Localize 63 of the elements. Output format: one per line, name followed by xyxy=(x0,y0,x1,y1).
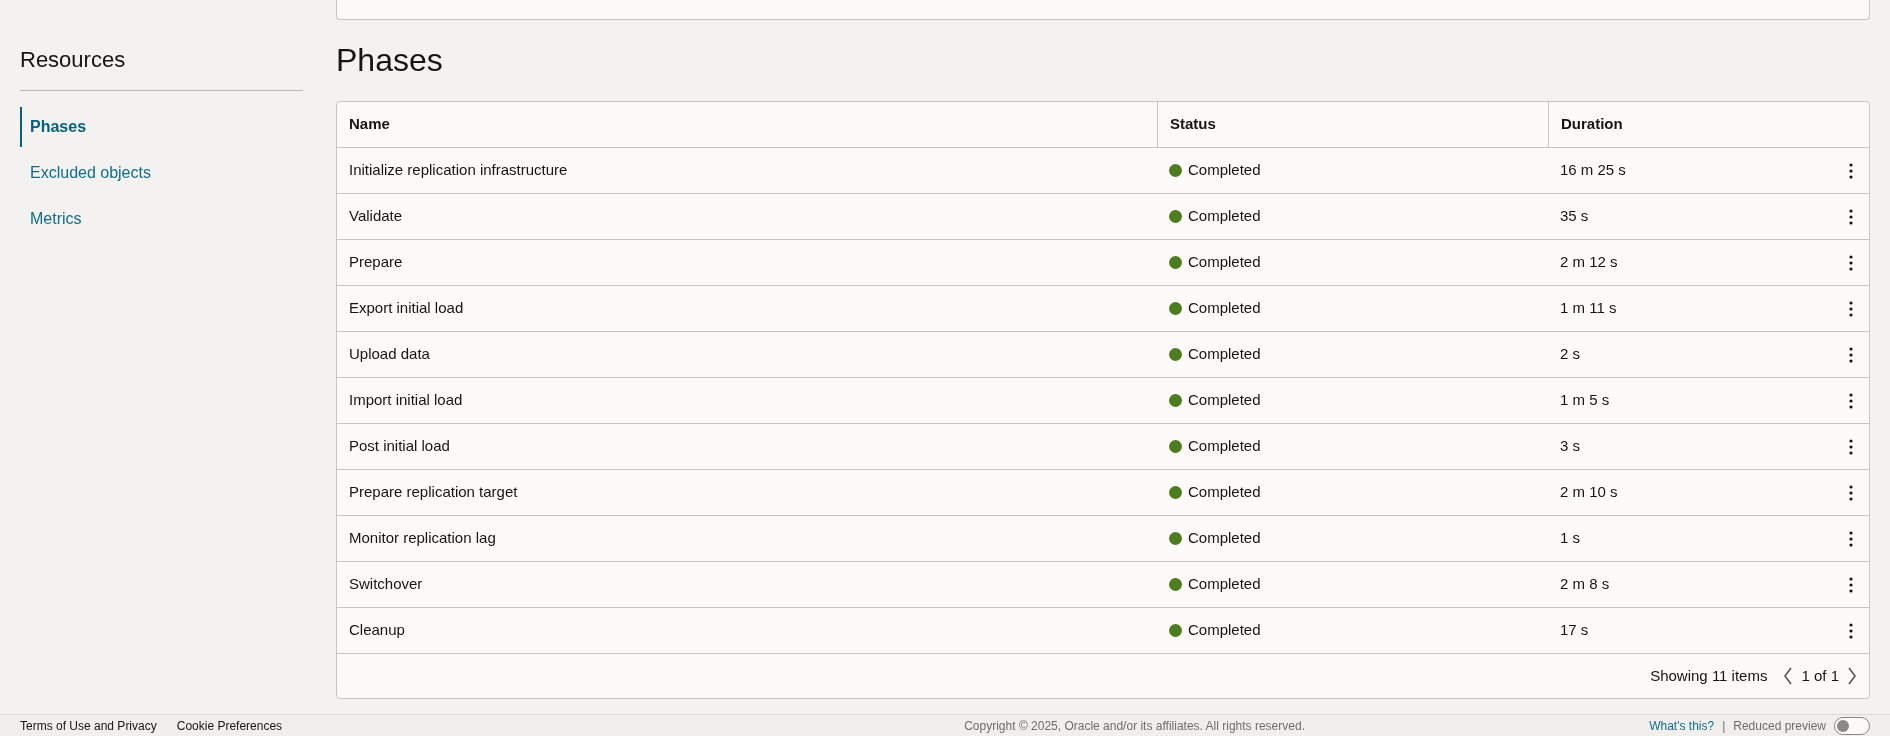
status-text: Completed xyxy=(1188,298,1261,319)
kebab-menu-icon[interactable] xyxy=(1849,484,1853,501)
table-cell-text: 2 m 10 s xyxy=(1560,482,1618,503)
help-link[interactable]: What's this? xyxy=(1649,716,1715,735)
table-cell-text: Switchover xyxy=(349,574,423,595)
table-cell-text: 16 m 25 s xyxy=(1560,160,1626,181)
kebab-menu-icon[interactable] xyxy=(1849,438,1853,455)
column-header: Status xyxy=(1170,114,1216,135)
table-cell-text: Export initial load xyxy=(349,298,464,319)
table-cell-text: Prepare replication target xyxy=(349,482,518,503)
table-cell-text: Upload data xyxy=(349,344,430,365)
preview-toggle[interactable] xyxy=(1834,716,1870,735)
table-cell-text: 35 s xyxy=(1560,206,1589,227)
status-text: Completed xyxy=(1188,390,1261,411)
status-text: Completed xyxy=(1188,528,1261,549)
table-cell-text: Prepare xyxy=(349,252,403,273)
kebab-menu-icon[interactable] xyxy=(1849,254,1853,271)
page-indicator: 1 of 1 xyxy=(1801,665,1839,686)
page-title: Phases xyxy=(336,41,444,80)
column-header: Name xyxy=(349,114,390,135)
table-cell-text: Validate xyxy=(349,206,403,227)
kebab-menu-icon[interactable] xyxy=(1849,300,1853,317)
separator-text: | xyxy=(1722,717,1726,735)
sidebar-title: Resources xyxy=(20,46,303,91)
kebab-menu-icon[interactable] xyxy=(1849,162,1853,179)
table-cell-text: 1 s xyxy=(1560,528,1580,549)
column-header: Duration xyxy=(1561,114,1623,135)
copyright-text: Copyright © 2025, Oracle and/or its affiliates. All rights reserved. xyxy=(964,717,1305,735)
status-text: Completed xyxy=(1188,482,1261,503)
footer-link[interactable]: Cookie Preferences xyxy=(176,716,283,735)
kebab-menu-icon[interactable] xyxy=(1849,392,1853,409)
footer-link[interactable]: Terms of Use and Privacy xyxy=(20,716,157,735)
status-text: Completed xyxy=(1188,206,1261,227)
table-cell-text: 2 m 12 s xyxy=(1560,252,1618,273)
chevron-left-icon[interactable] xyxy=(1783,667,1794,685)
table-cell-text: 2 s xyxy=(1560,344,1580,365)
status-text: Completed xyxy=(1188,344,1261,365)
chevron-right-icon[interactable] xyxy=(1847,667,1857,685)
status-text: Completed xyxy=(1188,574,1261,595)
table-cell-text: 17 s xyxy=(1560,620,1589,641)
table-cell-text: 3 s xyxy=(1560,436,1580,457)
table-cell-text: Cleanup xyxy=(349,620,405,641)
kebab-menu-icon[interactable] xyxy=(1849,208,1853,225)
item-count: Showing 11 items xyxy=(1650,665,1768,686)
table-cell-text: Monitor replication lag xyxy=(349,528,496,549)
kebab-menu-icon[interactable] xyxy=(1849,576,1853,593)
kebab-menu-icon[interactable] xyxy=(1849,346,1853,363)
sidebar-link[interactable]: Phases xyxy=(20,107,303,147)
table-cell-text: 2 m 8 s xyxy=(1560,574,1610,595)
preview-label: Reduced preview xyxy=(1733,717,1826,735)
status-text: Completed xyxy=(1188,252,1261,273)
status-text: Completed xyxy=(1188,620,1261,641)
table-cell-text: Post initial load xyxy=(349,436,450,457)
kebab-menu-icon[interactable] xyxy=(1849,530,1853,547)
sidebar-link[interactable]: Excluded objects xyxy=(20,153,303,193)
status-text: Completed xyxy=(1188,160,1261,181)
kebab-menu-icon[interactable] xyxy=(1849,622,1853,639)
sidebar-link[interactable]: Metrics xyxy=(20,199,303,239)
table-cell-text: Initialize replication infrastructure xyxy=(349,160,568,181)
status-text: Completed xyxy=(1188,436,1261,457)
table-cell-text: 1 m 5 s xyxy=(1560,390,1610,411)
table-cell-text: Import initial load xyxy=(349,390,463,411)
table-cell-text: 1 m 11 s xyxy=(1560,298,1617,319)
